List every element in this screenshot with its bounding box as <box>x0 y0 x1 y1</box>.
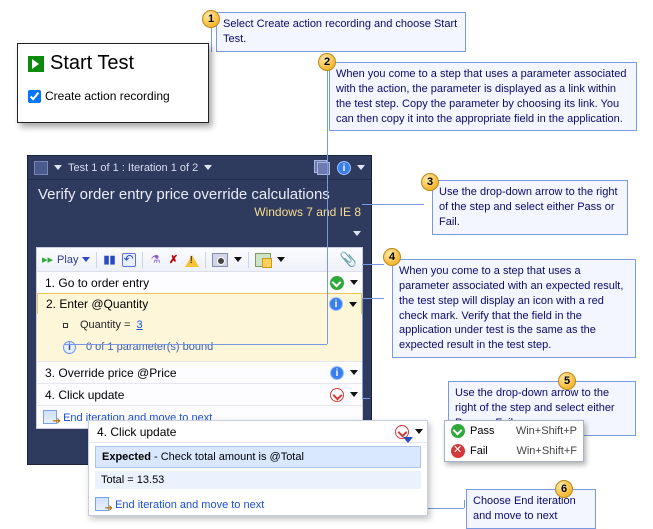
create-action-recording-input[interactable] <box>28 90 41 103</box>
test-title: Verify order entry price override calcul… <box>28 180 371 205</box>
badge-3: 3 <box>421 173 439 191</box>
status-info-icon: i <box>330 366 344 380</box>
steps-toolbar: ▸▸ Play ▮▮ ⚗ ✗ 📎 <box>37 248 362 272</box>
step-dropdown-icon[interactable] <box>350 370 358 375</box>
attachment-icon[interactable]: 📎 <box>340 251 357 268</box>
step-row-4[interactable]: 4. Click update <box>37 384 362 406</box>
back-icon[interactable] <box>34 161 48 175</box>
runner-top-bar: Test 1 of 1 : Iteration 1 of 2 i <box>28 156 371 180</box>
status-ok-icon <box>330 276 344 290</box>
iteration-counter: Test 1 of 1 : Iteration 1 of 2 <box>68 162 198 174</box>
start-test-card: Start Test Create action recording <box>17 43 209 123</box>
status-redcheck-icon <box>395 425 409 439</box>
undo-icon[interactable] <box>122 253 136 267</box>
step-detail-panel: 4. Click update Expected - Check total a… <box>88 420 428 516</box>
callout-4: When you come to a step that uses a para… <box>392 259 636 358</box>
beaker-icon[interactable]: ⚗ <box>149 253 163 267</box>
badge-1: 1 <box>202 10 220 28</box>
step-dropdown-icon[interactable] <box>415 429 423 434</box>
test-config: Windows 7 and IE 8 <box>28 205 371 225</box>
play-label: Play <box>57 254 78 266</box>
warning-icon <box>185 253 199 267</box>
badge-6: 6 <box>555 480 573 498</box>
pass-icon <box>451 424 465 438</box>
badge-5: 5 <box>558 372 576 390</box>
camera-dropdown-icon[interactable] <box>234 257 242 262</box>
step-dropdown-icon[interactable] <box>350 280 358 285</box>
pause-icon[interactable]: ▮▮ <box>103 253 115 266</box>
test-runner-panel: Test 1 of 1 : Iteration 1 of 2 i Verify … <box>27 155 372 465</box>
info-icon[interactable]: i <box>337 161 351 175</box>
status-redcheck-icon <box>330 388 344 402</box>
start-test-button[interactable]: Start Test <box>28 52 198 75</box>
info-small-icon: i <box>63 341 76 354</box>
step-2-bound-info: i 0 of 1 parameter(s) bound <box>37 336 362 358</box>
end-iteration-icon <box>95 497 109 511</box>
expected-block: Expected - Check total amount is @Total <box>95 446 421 468</box>
detail-end-iteration-row: End iteration and move to next <box>89 493 427 515</box>
steps-panel: ▸▸ Play ▮▮ ⚗ ✗ 📎 1. Go to order <box>36 247 363 429</box>
back-dropdown-icon[interactable] <box>54 165 62 170</box>
step-2-quantity: Quantity = 3 <box>37 314 362 336</box>
play-dropdown-icon[interactable] <box>82 257 90 262</box>
create-action-recording-label: Create action recording <box>45 89 170 103</box>
callout-2: When you come to a step that uses a para… <box>329 62 637 131</box>
pass-hotkey: Win+Shift+P <box>516 425 577 437</box>
bullet-icon <box>63 323 68 328</box>
step-row-2[interactable]: 2. Enter @Quantity i <box>37 293 362 315</box>
save-all-icon[interactable] <box>314 160 331 175</box>
play-button[interactable]: ▸▸ Play <box>42 253 90 266</box>
iteration-dropdown-icon[interactable] <box>204 165 212 170</box>
screenshot-icon[interactable] <box>255 253 271 267</box>
callout-1: Select Create action recording and choos… <box>216 12 466 52</box>
pass-menu-item[interactable]: Pass Win+Shift+P <box>445 421 583 441</box>
end-iteration-icon <box>43 410 57 424</box>
info-dropdown-icon[interactable] <box>357 165 365 170</box>
step-dropdown-icon[interactable] <box>349 302 357 307</box>
step-dropdown-icon[interactable] <box>350 392 358 397</box>
fail-icon <box>451 444 465 458</box>
config-dropdown-icon[interactable] <box>353 231 361 236</box>
expected-total: Total = 13.53 <box>95 471 421 489</box>
status-info-icon: i <box>329 297 343 311</box>
fail-menu-item[interactable]: Fail Win+Shift+F <box>445 441 583 461</box>
badge-4: 4 <box>383 248 401 266</box>
screenshot-dropdown-icon[interactable] <box>277 257 285 262</box>
step-row-1[interactable]: 1. Go to order entry <box>37 272 362 294</box>
x-icon: ✗ <box>167 253 181 267</box>
callout-3: Use the drop-down arrow to the right of … <box>432 180 628 235</box>
create-action-recording-checkbox[interactable]: Create action recording <box>28 89 198 103</box>
detail-step-row[interactable]: 4. Click update <box>89 421 427 443</box>
start-icon <box>28 56 44 72</box>
camera-icon[interactable] <box>212 253 228 267</box>
pass-fail-menu: Pass Win+Shift+P Fail Win+Shift+F <box>444 420 584 462</box>
start-test-label: Start Test <box>50 52 134 75</box>
fail-hotkey: Win+Shift+F <box>516 445 577 457</box>
quantity-link[interactable]: 3 <box>136 319 142 331</box>
step-row-3[interactable]: 3. Override price @Price i <box>37 362 362 384</box>
end-iteration-link[interactable]: End iteration and move to next <box>115 499 264 511</box>
step-2-details: Quantity = 3 i 0 of 1 parameter(s) bound <box>37 314 362 362</box>
badge-2: 2 <box>318 53 336 71</box>
